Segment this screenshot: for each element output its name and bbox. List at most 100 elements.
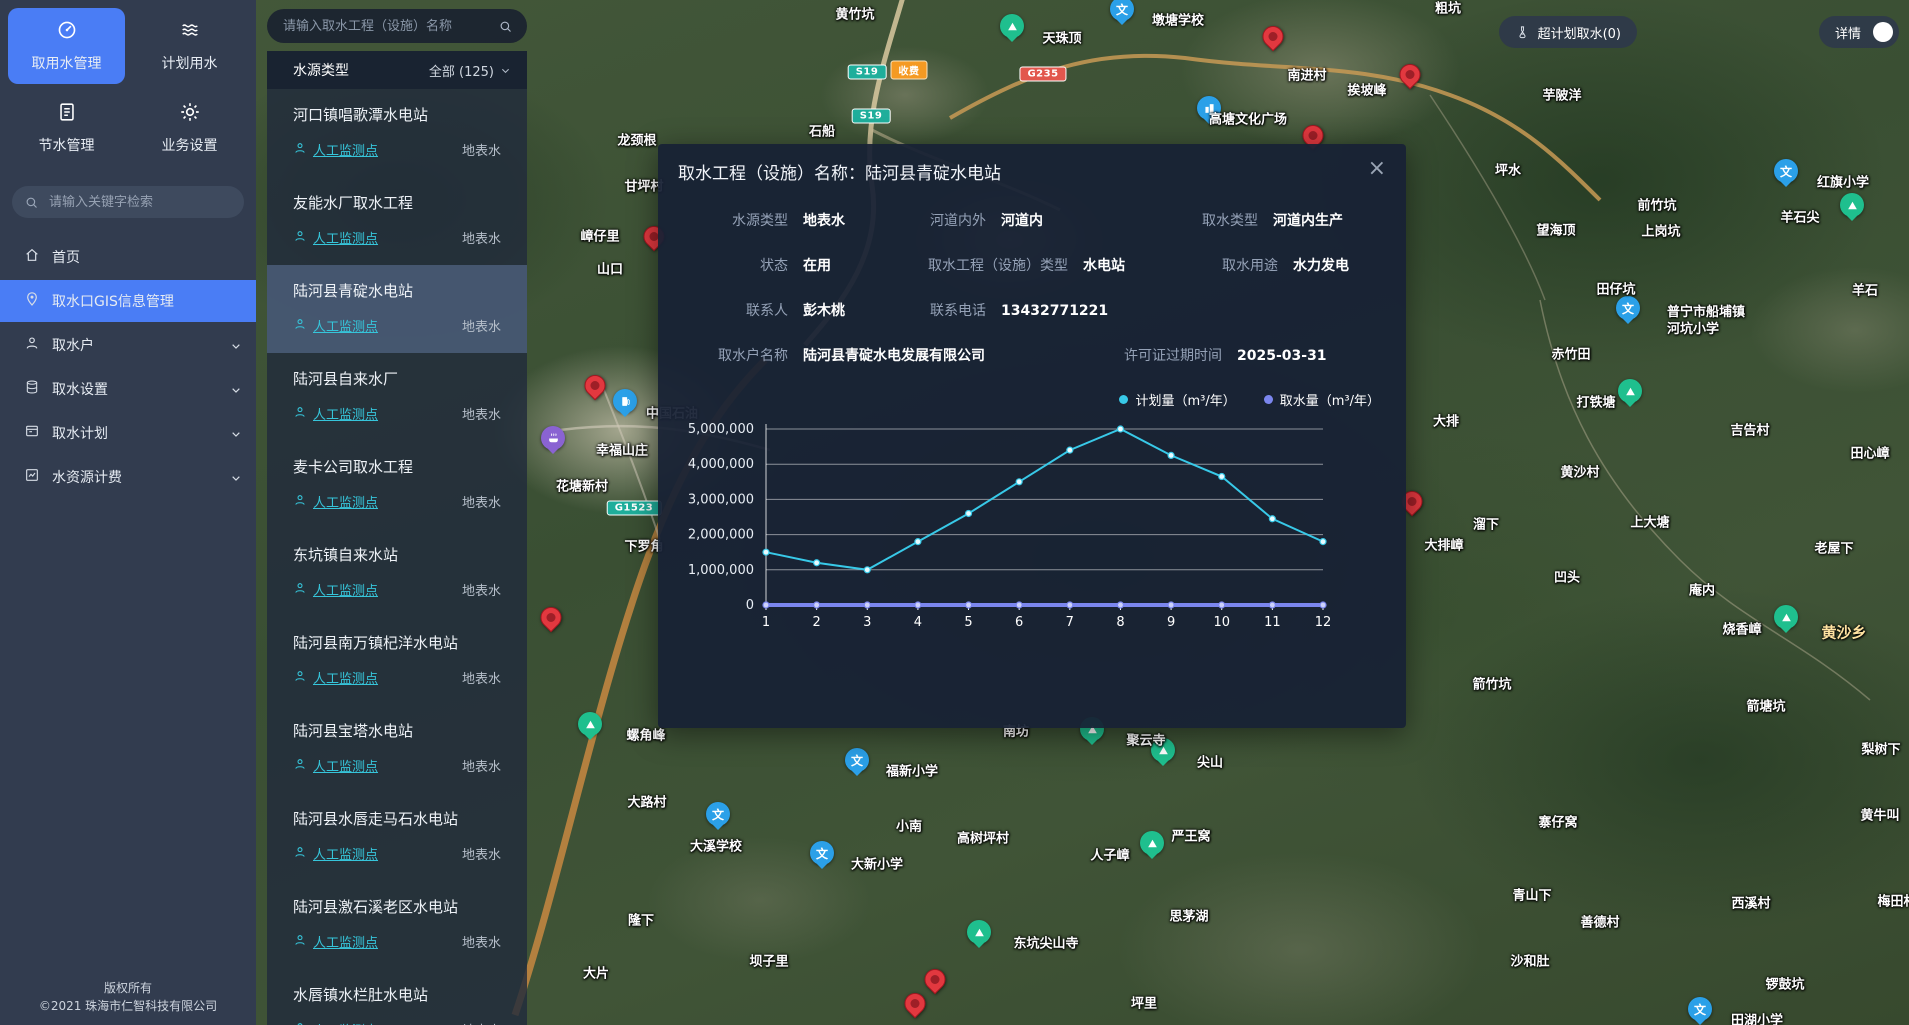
mountain-marker[interactable] <box>1774 605 1798 629</box>
station-name: 陆河县激石溪老区水电站 <box>293 896 511 917</box>
app-tile-doc[interactable]: 节水管理 <box>8 90 125 166</box>
mountain-marker[interactable] <box>1000 14 1024 38</box>
app-tile-gear[interactable]: 业务设置 <box>131 90 248 166</box>
map-place-label: 严王窝 <box>1171 830 1210 847</box>
water-type-label: 地表水 <box>462 580 511 599</box>
map-place-label: 石船 <box>809 125 835 142</box>
school-marker[interactable]: 文 <box>706 802 730 826</box>
mountain-marker[interactable] <box>1618 379 1642 403</box>
person-icon <box>293 581 307 599</box>
modal-field: 联系人彭木桃 <box>692 300 910 320</box>
station-search[interactable] <box>267 9 527 43</box>
money-icon <box>24 467 40 487</box>
resort-marker[interactable] <box>541 426 565 450</box>
station-list-item[interactable]: 陆河县青碇水电站人工监测点地表水 <box>267 265 527 353</box>
water-type-label: 地表水 <box>462 492 511 511</box>
app-tile-waves[interactable]: 计划用水 <box>131 8 248 84</box>
modal-fields: 水源类型地表水河道内外河道内取水类型河道内生产状态在用取水工程（设施）类型水电站… <box>658 194 1406 365</box>
station-list-item[interactable]: 陆河县宝塔水电站人工监测点地表水 <box>267 705 527 793</box>
monitor-link[interactable]: 人工监测点 <box>313 580 378 599</box>
water-source-filter[interactable]: 水源类型 全部 (125) <box>267 51 527 89</box>
svg-text:11: 11 <box>1264 615 1281 630</box>
water-type-label: 地表水 <box>462 404 511 423</box>
map-place-label: 坪里 <box>1131 997 1157 1014</box>
water-type-label: 地表水 <box>462 228 511 247</box>
monitor-link[interactable]: 人工监测点 <box>313 844 378 863</box>
close-icon[interactable]: × <box>1364 154 1390 184</box>
person-icon <box>293 757 307 775</box>
mountain-marker[interactable] <box>1140 831 1164 855</box>
over-plan-intake-button[interactable]: 超计划取水(0) <box>1499 16 1637 48</box>
station-list-item[interactable]: 陆河县自来水厂人工监测点地表水 <box>267 353 527 441</box>
monitor-link[interactable]: 人工监测点 <box>313 492 378 511</box>
sidebar-item-plan[interactable]: 取水计划 <box>0 412 256 454</box>
temple-marker[interactable] <box>967 920 991 944</box>
station-search-input[interactable] <box>281 18 490 35</box>
station-list-item[interactable]: 陆河县水唇走马石水电站人工监测点地表水 <box>267 793 527 881</box>
doc-icon <box>56 101 78 127</box>
field-label: 状态 <box>692 255 788 275</box>
monitor-link[interactable]: 人工监测点 <box>313 316 378 335</box>
station-list-item[interactable]: 河口镇唱歌潭水电站人工监测点地表水 <box>267 89 527 177</box>
station-meta: 人工监测点 地表水 <box>293 844 511 863</box>
sidebar-item-user[interactable]: 取水户 <box>0 324 256 366</box>
station-list-item[interactable]: 陆河县激石溪老区水电站人工监测点地表水 <box>267 881 527 969</box>
modal-field: 河道内外河道内 <box>910 210 1162 230</box>
station-name: 陆河县南万镇杞洋水电站 <box>293 632 511 653</box>
field-value: 水力发电 <box>1293 255 1349 275</box>
monitor-link[interactable]: 人工监测点 <box>313 404 378 423</box>
user-icon <box>24 335 40 355</box>
db-icon <box>24 379 40 399</box>
map-place-label: 寨仔窝 <box>1538 816 1577 833</box>
map-place-label: 沙和肚 <box>1510 955 1549 972</box>
monitor-link[interactable]: 人工监测点 <box>313 932 378 951</box>
water-type-label: 地表水 <box>462 140 511 159</box>
monitor-link[interactable]: 人工监测点 <box>313 1020 378 1025</box>
mountain-marker[interactable] <box>1840 193 1864 217</box>
sidebar-item-db[interactable]: 取水设置 <box>0 368 256 410</box>
station-list-item[interactable]: 水唇镇水栏肚水电站人工监测点地表水 <box>267 969 527 1025</box>
sidebar-item-label: 首页 <box>52 247 80 267</box>
sidebar-item-label: 取水口GIS信息管理 <box>52 291 174 311</box>
detail-toggle-label: 详情 <box>1835 23 1861 42</box>
modal-field: 取水用途水力发电 <box>1202 255 1366 275</box>
station-list-item[interactable]: 麦卡公司取水工程人工监测点地表水 <box>267 441 527 529</box>
map-place-label: 前竹坑 <box>1637 199 1676 216</box>
toggle-knob[interactable] <box>1873 22 1893 42</box>
monitor-link[interactable]: 人工监测点 <box>313 228 378 247</box>
gear-icon <box>179 101 201 127</box>
school-marker[interactable]: 文 <box>1774 159 1798 183</box>
person-icon <box>293 317 307 335</box>
field-label: 水源类型 <box>692 210 788 230</box>
station-meta: 人工监测点 地表水 <box>293 404 511 423</box>
legend-item[interactable]: 取水量（m³/年） <box>1264 390 1380 409</box>
school-marker[interactable]: 文 <box>1688 997 1712 1021</box>
sidebar-item-pin[interactable]: 取水口GIS信息管理 <box>0 280 256 322</box>
sidebar-search[interactable] <box>12 186 244 218</box>
station-list-item[interactable]: 友能水厂取水工程人工监测点地表水 <box>267 177 527 265</box>
map-place-label: 大片 <box>583 967 609 984</box>
legend-item[interactable]: 计划量（m³/年） <box>1119 390 1235 409</box>
sidebar-item-home[interactable]: 首页 <box>0 236 256 278</box>
station-list-item[interactable]: 东坑镇自来水站人工监测点地表水 <box>267 529 527 617</box>
monitor-link[interactable]: 人工监测点 <box>313 756 378 775</box>
detail-toggle[interactable]: 详情 <box>1819 16 1899 48</box>
map-place-label: 梨树下 <box>1861 743 1900 760</box>
sidebar-search-input[interactable] <box>47 194 232 211</box>
school-marker[interactable]: 文 <box>810 841 834 865</box>
map-place-label: 高树坪村 <box>957 832 1009 849</box>
gas-marker[interactable] <box>613 389 637 413</box>
field-label: 取水工程（设施）类型 <box>910 255 1068 275</box>
monitor-link[interactable]: 人工监测点 <box>313 668 378 687</box>
school-marker[interactable]: 文 <box>845 748 869 772</box>
mountain-marker[interactable] <box>578 712 602 736</box>
app-tile-gauge[interactable]: 取用水管理 <box>8 8 125 84</box>
station-list-item[interactable]: 陆河县南万镇杞洋水电站人工监测点地表水 <box>267 617 527 705</box>
sidebar-item-money[interactable]: 水资源计费 <box>0 456 256 498</box>
school-marker[interactable]: 文 <box>1616 296 1640 320</box>
copyright-line1: 版权所有 <box>0 979 256 997</box>
modal-field: 状态在用 <box>692 255 910 275</box>
svg-text:3: 3 <box>863 615 871 630</box>
water-type-label: 地表水 <box>462 844 511 863</box>
monitor-link[interactable]: 人工监测点 <box>313 140 378 159</box>
